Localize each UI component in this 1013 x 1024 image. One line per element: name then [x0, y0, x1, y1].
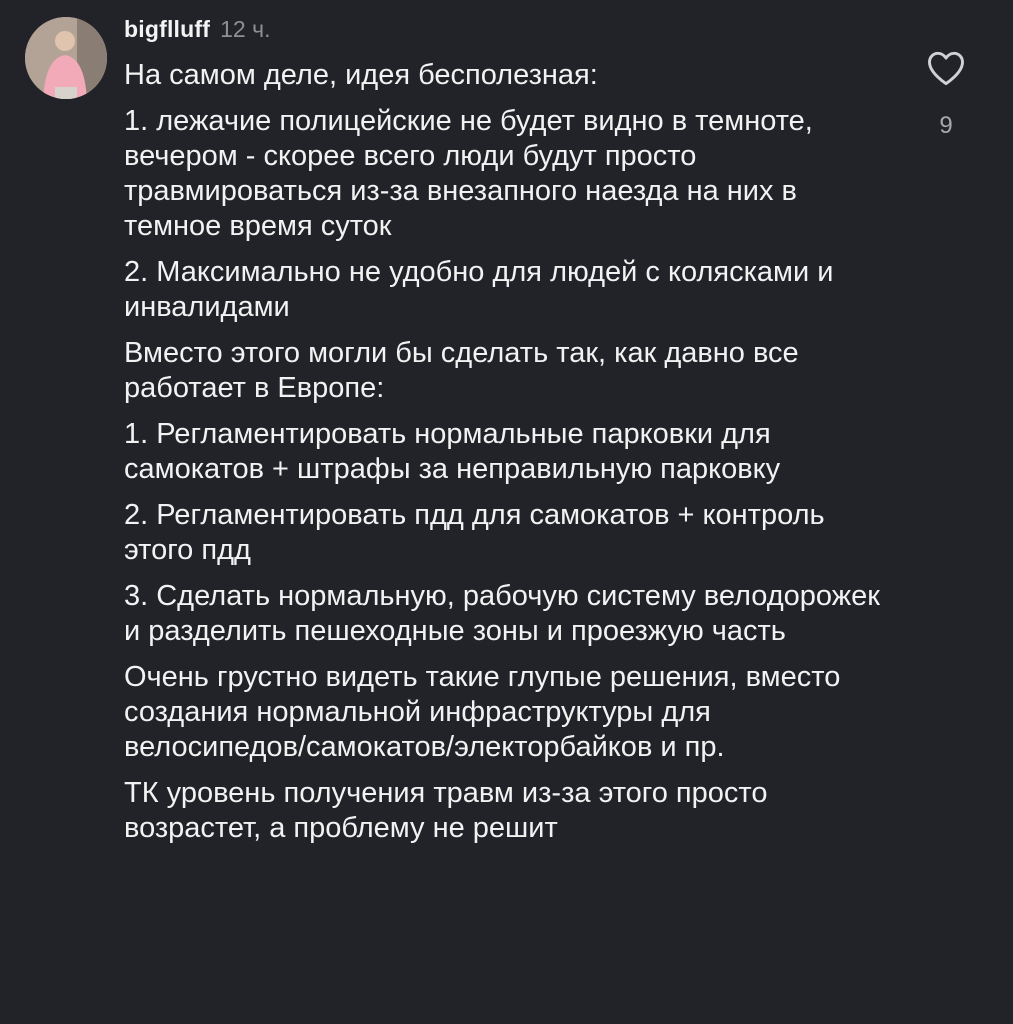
- comment-paragraph: Очень грустно видеть такие глупые решени…: [124, 661, 841, 763]
- comment-header: bigflluff 12 ч.: [124, 16, 270, 50]
- comment-paragraph: На самом деле, идея бесполезная:: [124, 59, 598, 91]
- comment-paragraph: 3. Сделать нормальную, рабочую систему в…: [124, 580, 880, 647]
- timestamp: 12 ч.: [220, 16, 271, 42]
- comment: bigflluff 12 ч. На самом деле, идея бесп…: [0, 0, 1013, 1024]
- avatar-image: [25, 17, 107, 99]
- like-count: 9: [939, 112, 953, 139]
- comment-paragraph: 1. лежачие полицейские не будет видно в …: [124, 105, 813, 242]
- heart-outline-icon: [928, 51, 964, 86]
- username[interactable]: bigflluff: [124, 16, 210, 43]
- comment-paragraph: 1. Регламентировать нормальные парковки …: [124, 418, 781, 485]
- comment-paragraph: 2. Регламентировать пдд для самокатов + …: [124, 499, 825, 566]
- comment-paragraph: Вместо этого могли бы сделать так, как д…: [124, 337, 799, 404]
- like-button[interactable]: [924, 46, 968, 90]
- comment-body: На самом деле, идея бесполезная: 1. лежа…: [124, 58, 894, 857]
- avatar[interactable]: [25, 17, 107, 99]
- comment-paragraph: 2. Максимально не удобно для людей с кол…: [124, 256, 834, 323]
- comment-paragraph: ТК уровень получения травм из-за этого п…: [124, 777, 768, 844]
